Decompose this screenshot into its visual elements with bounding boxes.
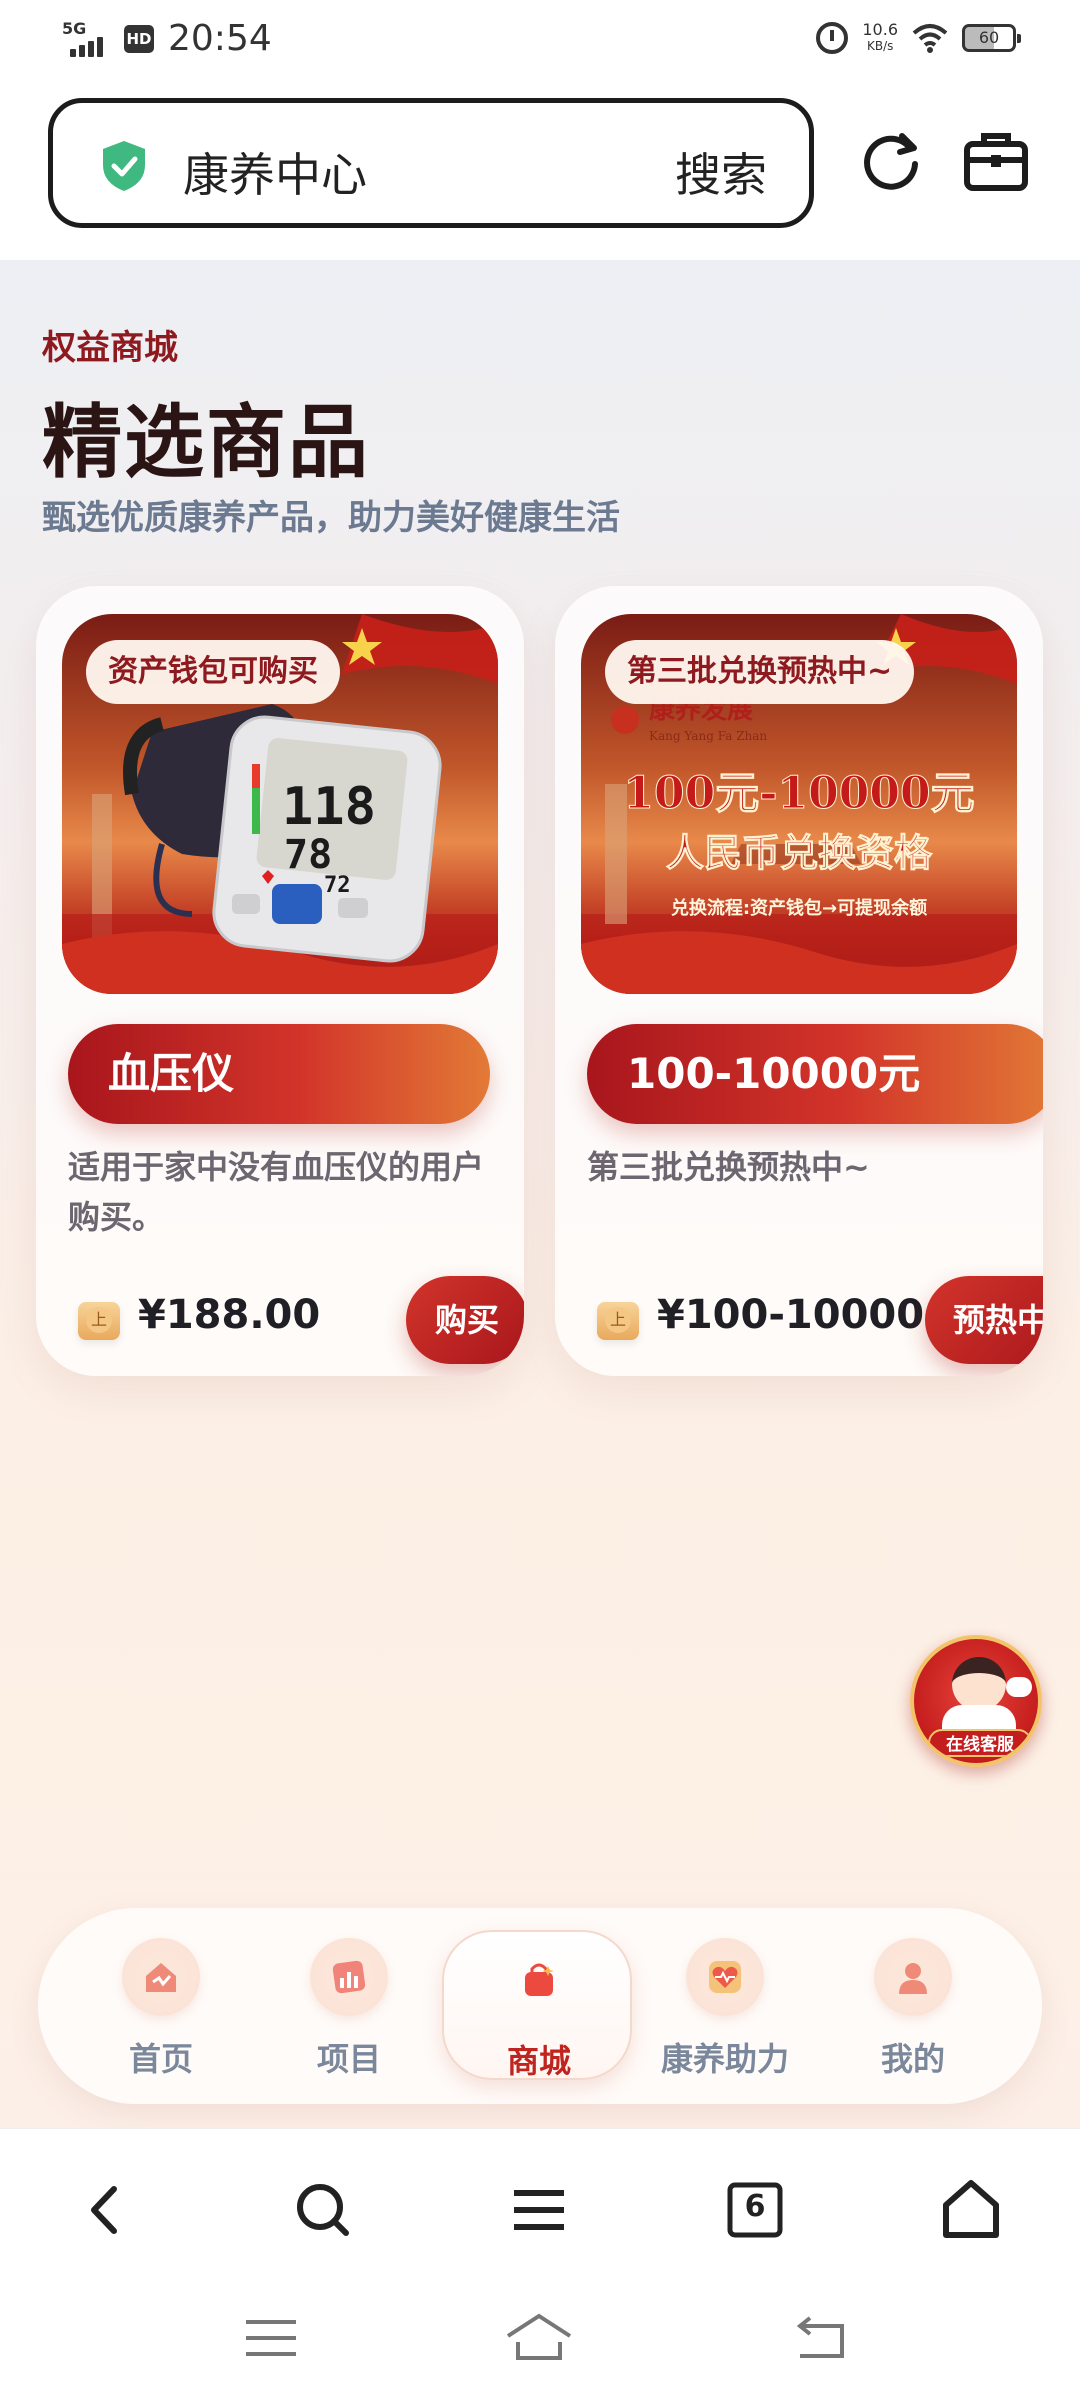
home-icon[interactable] (936, 2175, 1006, 2245)
chart-icon (310, 1938, 388, 2016)
refresh-icon[interactable] (858, 128, 924, 194)
tabs-count: 6 (744, 2189, 766, 2224)
network-speed: 10.6 KB/s (862, 20, 898, 54)
customer-service-label: 在线客服 (928, 1729, 1032, 1757)
promo-note: 兑换流程:资产钱包→可提现余额 (671, 897, 927, 919)
app-tab-bar: 首页 项目 商城 康养助力 我的 (38, 1908, 1042, 2104)
tabs-button[interactable]: 6 (720, 2175, 790, 2245)
product-description: 适用于家中没有血压仪的用户购买。 (68, 1148, 485, 1236)
status-time: 20:54 (168, 18, 272, 59)
user-icon (874, 1938, 952, 2016)
page-subtitle: 甄选优质康养产品，助力美好健康生活 (42, 498, 620, 538)
price-row: ¥188.00 购买 (68, 1276, 524, 1366)
signal-icon: 5G (62, 19, 114, 59)
system-navigation-bar (0, 2288, 1080, 2408)
browser-toolbar: 6 (0, 2128, 1080, 2288)
tab-label: 康养助力 (660, 2040, 789, 2078)
product-description: 第三批兑换预热中~ (587, 1148, 870, 1186)
tab-health-support[interactable]: 康养助力 (630, 1908, 820, 2104)
tab-mine[interactable]: 我的 (818, 1908, 1008, 2104)
page-title: 精选商品 (42, 396, 370, 489)
battery-icon: 60 (962, 24, 1021, 52)
product-name: 100-10000元 (587, 1024, 1043, 1124)
coin-icon (597, 1302, 639, 1340)
product-name: 血压仪 (68, 1024, 490, 1124)
chat-bubble-icon (1006, 1677, 1032, 1697)
search-button[interactable]: 搜索 (675, 139, 767, 205)
tab-label: 项目 (316, 2040, 381, 2078)
product-tag: 第三批兑换预热中~ (605, 640, 915, 704)
promo-headline: 100元-10000元 (623, 768, 974, 819)
menu-icon[interactable] (504, 2175, 574, 2245)
promo-brand-en: Kang Yang Fa Zhan (649, 729, 767, 743)
price-row: ¥100-10000 预热中 (587, 1276, 1043, 1366)
tab-label: 我的 (880, 2040, 945, 2078)
search-icon[interactable] (288, 2175, 358, 2245)
shield-icon (103, 141, 145, 191)
shopping-bag-icon (500, 1940, 578, 2018)
product-card-blood-pressure[interactable]: 118 78 72 资产钱包可购买 血压仪 适用于家中没有血压仪的用户购买。 ¥… (36, 586, 524, 1376)
heart-icon (686, 1938, 764, 2016)
product-price: ¥100-10000 (657, 1292, 925, 1338)
product-price: ¥188.00 (138, 1292, 321, 1338)
device-dia-value: 78 (284, 832, 332, 878)
hd-badge: HD (124, 24, 154, 53)
tab-mall[interactable]: 商城 (442, 1930, 632, 2080)
status-bar: 5G HD 20:54 10.6 KB/s 60 (0, 0, 1080, 86)
buy-button[interactable]: 购买 (406, 1276, 524, 1364)
back-icon[interactable] (72, 2175, 142, 2245)
mall-content: 权益商城 精选商品 甄选优质康养产品，助力美好健康生活 118 78 72 资产… (0, 260, 1080, 2128)
agent-avatar-icon (952, 1657, 1006, 1711)
home-icon (122, 1938, 200, 2016)
system-home-icon[interactable] (504, 2308, 574, 2368)
device-pulse-value: 72 (324, 873, 351, 898)
system-back-icon[interactable] (786, 2308, 856, 2368)
tab-projects[interactable]: 项目 (254, 1908, 444, 2104)
product-image-exchange-promo: 康养发展 Kang Yang Fa Zhan 100元-10000元 人民币兑换… (581, 614, 1017, 994)
product-image-blood-pressure-monitor: 118 78 72 资产钱包可购买 (62, 614, 498, 994)
address-bar[interactable]: 康养中心 搜索 (48, 98, 814, 228)
tab-label: 首页 (128, 2040, 193, 2078)
product-card-exchange[interactable]: 康养发展 Kang Yang Fa Zhan 100元-10000元 人民币兑换… (555, 586, 1043, 1376)
coin-icon (78, 1302, 120, 1340)
alarm-icon (816, 22, 849, 54)
recent-apps-icon[interactable] (236, 2308, 306, 2368)
product-tag: 资产钱包可购买 (86, 640, 340, 704)
preheat-button[interactable]: 预热中 (925, 1276, 1043, 1364)
search-input[interactable]: 康养中心 (183, 139, 367, 205)
browser-search-row: 康养中心 搜索 (0, 86, 1080, 260)
wifi-icon (912, 24, 948, 53)
tab-home[interactable]: 首页 (66, 1908, 256, 2104)
device-sys-value: 118 (282, 777, 376, 837)
customer-service-button[interactable]: 在线客服 (910, 1635, 1042, 1767)
section-eyebrow: 权益商城 (42, 328, 178, 368)
toolbox-icon[interactable] (962, 130, 1030, 192)
promo-subline: 人民币兑换资格 (666, 830, 933, 875)
tab-label: 商城 (506, 2042, 571, 2080)
